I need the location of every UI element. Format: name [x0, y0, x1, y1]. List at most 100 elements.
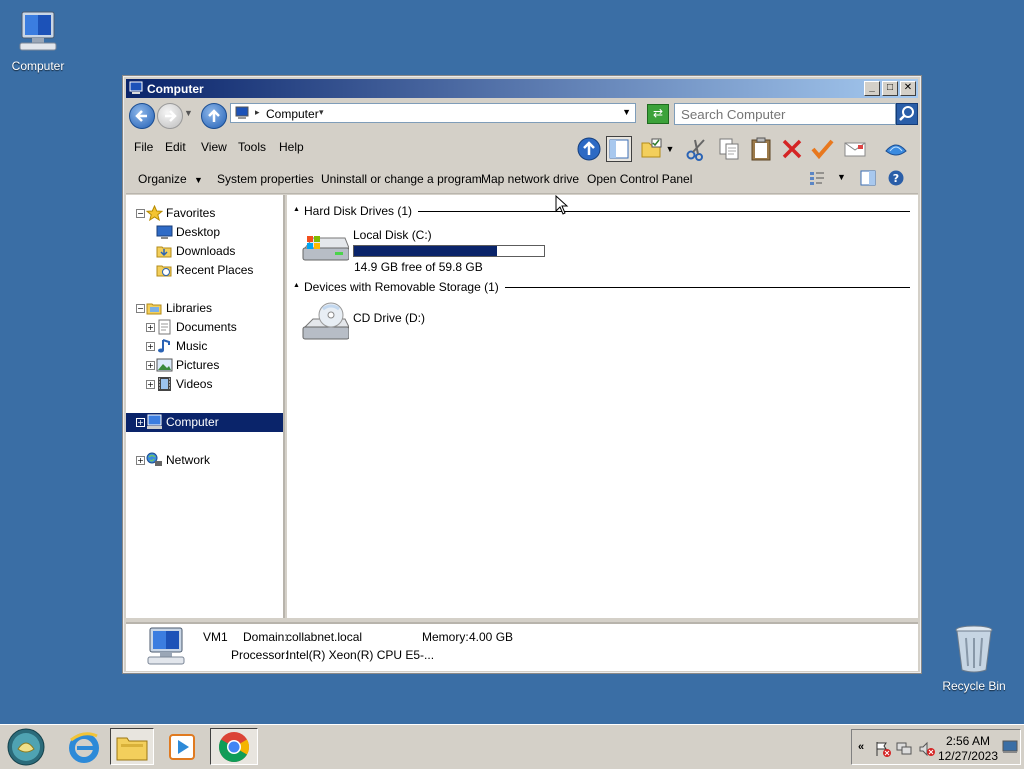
menu-edit[interactable]: Edit: [165, 140, 186, 154]
delete-x-icon: [782, 139, 802, 159]
nav-pictures[interactable]: + Pictures: [126, 356, 283, 375]
cut-button[interactable]: [684, 136, 710, 162]
close-button[interactable]: ✕: [900, 81, 916, 96]
windows-logo-tool-button[interactable]: [883, 136, 909, 162]
nav-computer[interactable]: + Computer: [126, 413, 283, 432]
nav-network[interactable]: + Network: [126, 451, 283, 470]
search-button[interactable]: [896, 103, 918, 125]
collapse-group-icon[interactable]: ▲: [293, 282, 300, 289]
minimize-button[interactable]: _: [864, 81, 880, 96]
media-player-icon: [169, 733, 195, 760]
expand-icon[interactable]: +: [136, 418, 145, 427]
taskbar-media-player[interactable]: [160, 728, 204, 765]
taskbar: « 2:56 AM 12/27/2023: [0, 724, 1024, 769]
email-button[interactable]: [842, 136, 868, 162]
expand-icon[interactable]: +: [146, 342, 155, 351]
breadcrumb-computer[interactable]: Computer: [266, 107, 319, 121]
expand-icon[interactable]: +: [136, 456, 145, 465]
view-dropdown-icon[interactable]: ▼: [837, 172, 846, 182]
taskbar-chrome[interactable]: [210, 728, 258, 765]
paste-button[interactable]: [748, 136, 774, 162]
expand-icon[interactable]: +: [146, 380, 155, 389]
drive-cd-d[interactable]: CD Drive (D:): [301, 301, 501, 345]
drive-name: Local Disk (C:): [353, 228, 432, 242]
magnifier-icon: [899, 106, 914, 121]
checkmark-icon: [811, 139, 834, 160]
menu-tools[interactable]: Tools: [238, 140, 266, 154]
uninstall-program-button[interactable]: Uninstall or change a program: [321, 172, 482, 186]
preview-pane-button[interactable]: [860, 170, 876, 189]
chrome-icon: [218, 731, 250, 762]
show-hidden-icons-button[interactable]: «: [858, 741, 864, 753]
address-history-dropdown-icon[interactable]: ▼: [622, 107, 631, 117]
folder-options-dropdown-icon[interactable]: ▼: [663, 136, 677, 162]
folders-pane-tool-button[interactable]: [606, 136, 632, 162]
nav-libraries[interactable]: − Libraries: [126, 299, 283, 318]
properties-button[interactable]: [809, 136, 835, 162]
taskbar-internet-explorer[interactable]: [62, 728, 106, 765]
internet-explorer-icon: [69, 731, 99, 763]
scissors-icon: [686, 139, 705, 161]
help-button[interactable]: ?: [888, 170, 904, 189]
expand-icon[interactable]: +: [146, 361, 155, 370]
nav-network-label: Network: [166, 453, 211, 467]
computer-icon: [19, 11, 57, 51]
arrow-right-icon: [165, 110, 177, 122]
copy-button[interactable]: [716, 136, 742, 162]
desktop-recycle-bin-shortcut[interactable]: Recycle Bin: [934, 624, 1014, 693]
action-center-flag-icon[interactable]: [874, 741, 892, 757]
nav-favorites[interactable]: − Favorites: [126, 204, 283, 223]
taskbar-windows-explorer[interactable]: [110, 728, 154, 765]
nav-computer-label: Computer: [166, 415, 219, 429]
clock[interactable]: 2:56 AM 12/27/2023: [938, 734, 998, 764]
nav-downloads[interactable]: Downloads: [126, 242, 283, 261]
show-desktop-icon[interactable]: [1002, 740, 1018, 754]
collapse-group-icon[interactable]: ▲: [293, 206, 300, 213]
drive-usage-fill: [354, 246, 497, 256]
refresh-button[interactable]: ⇄: [647, 104, 669, 124]
delete-button[interactable]: [779, 136, 805, 162]
system-properties-button[interactable]: System properties: [217, 172, 314, 186]
nav-videos[interactable]: + Videos: [126, 375, 283, 394]
volume-muted-icon[interactable]: [918, 741, 936, 757]
forward-button[interactable]: [157, 103, 183, 129]
envelope-icon: [844, 142, 866, 157]
group-header-removable-storage[interactable]: ▲ Devices with Removable Storage (1): [293, 279, 910, 295]
search-input[interactable]: [674, 103, 896, 125]
drive-local-disk-c[interactable]: Local Disk (C:) 14.9 GB free of 59.8 GB: [301, 226, 551, 274]
breadcrumb-dropdown-icon[interactable]: ▾: [319, 107, 324, 118]
drive-usage-bar: [353, 245, 545, 257]
menu-file[interactable]: File: [134, 140, 153, 154]
music-note-icon: [158, 339, 170, 353]
desktop-computer-label: Computer: [11, 59, 65, 73]
nav-recent-places[interactable]: Recent Places: [126, 261, 283, 280]
menu-view[interactable]: View: [201, 140, 227, 154]
nav-pictures-label: Pictures: [176, 358, 220, 372]
open-control-panel-button[interactable]: Open Control Panel: [587, 172, 692, 186]
map-network-drive-button[interactable]: Map network drive: [481, 172, 579, 186]
folder-options-tool-button[interactable]: [639, 136, 665, 162]
help-icon: ?: [888, 170, 904, 186]
windows-logo-icon: [885, 144, 907, 156]
organize-button[interactable]: Organize ▼: [138, 172, 203, 186]
change-view-button[interactable]: [809, 170, 825, 189]
collapse-icon[interactable]: −: [136, 209, 145, 218]
group-header-hard-disk-drives[interactable]: ▲ Hard Disk Drives (1): [293, 203, 910, 219]
nav-music[interactable]: + Music: [126, 337, 283, 356]
breadcrumb-separator-icon[interactable]: ▸: [255, 107, 260, 118]
up-button[interactable]: [201, 103, 227, 129]
start-button[interactable]: [4, 728, 48, 765]
expand-icon[interactable]: +: [146, 323, 155, 332]
back-button[interactable]: [129, 103, 155, 129]
maximize-button[interactable]: □: [882, 81, 898, 96]
desktop-computer-shortcut[interactable]: Computer: [0, 10, 78, 73]
title-bar[interactable]: Computer _ □ ✕: [126, 79, 918, 98]
recent-pages-dropdown-icon[interactable]: ▼: [184, 108, 193, 118]
nav-desktop[interactable]: Desktop: [126, 223, 283, 242]
address-field[interactable]: ▸ Computer ▾ ▼: [230, 103, 636, 123]
menu-help[interactable]: Help: [279, 140, 304, 154]
network-status-icon[interactable]: [896, 741, 914, 757]
up-folder-tool-button[interactable]: [576, 136, 602, 162]
collapse-icon[interactable]: −: [136, 304, 145, 313]
nav-documents[interactable]: + Documents: [126, 318, 283, 337]
